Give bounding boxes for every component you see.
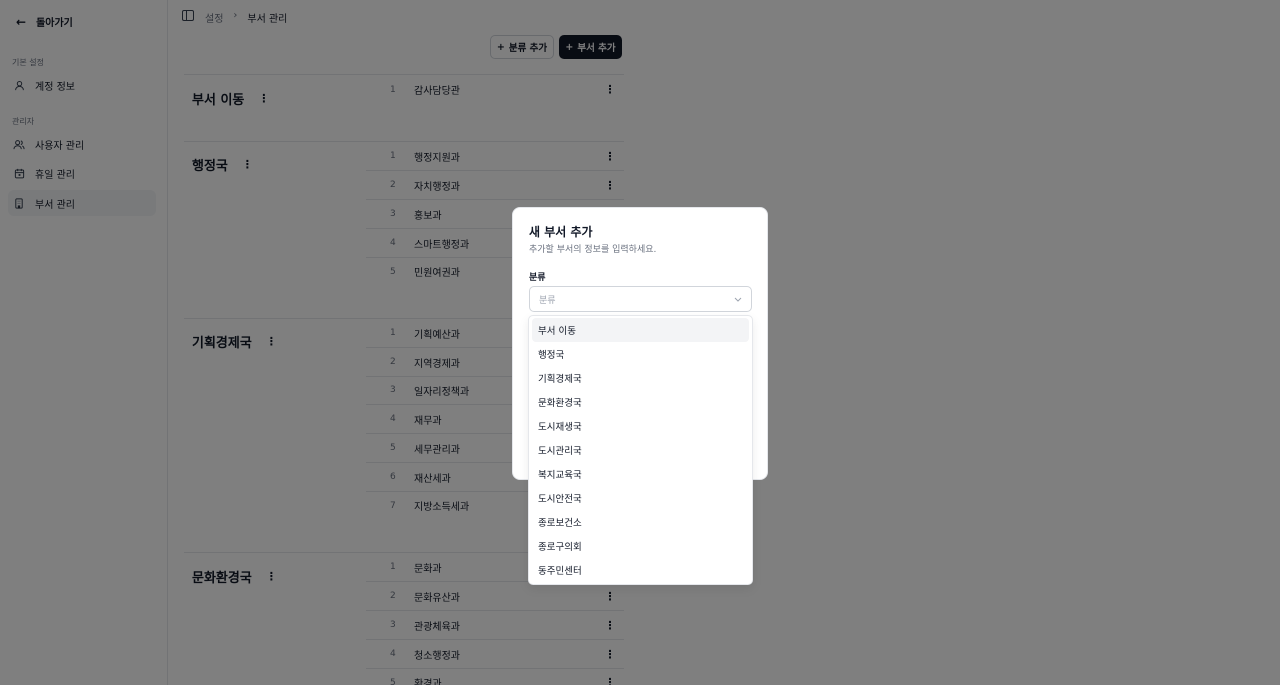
dialog-title: 새 부서 추가 xyxy=(529,225,593,239)
dropdown-option[interactable]: 도시재생국 xyxy=(532,414,749,438)
dialog-description: 추가할 부서의 정보를 입력하세요. xyxy=(529,245,657,255)
dropdown-option[interactable]: 종로보건소 xyxy=(532,510,749,534)
dropdown-option[interactable]: 기획경제국 xyxy=(532,366,749,390)
dropdown-option[interactable]: 종로구의회 xyxy=(532,534,749,558)
category-dropdown-menu: 부서 이동 행정국 기획경제국 문화환경국 도시재생국 도시관리국 복지교육국 … xyxy=(528,315,753,585)
dropdown-option[interactable]: 도시관리국 xyxy=(532,438,749,462)
category-select[interactable]: 분류 xyxy=(529,286,752,312)
category-select-placeholder: 분류 xyxy=(539,295,556,306)
category-field-label: 분류 xyxy=(529,273,546,283)
dropdown-option[interactable]: 동주민센터 xyxy=(532,558,749,582)
dropdown-option[interactable]: 복지교육국 xyxy=(532,462,749,486)
dropdown-option[interactable]: 문화환경국 xyxy=(532,390,749,414)
dropdown-option[interactable]: 도시안전국 xyxy=(532,486,749,510)
dropdown-option[interactable]: 부서 이동 xyxy=(532,318,749,342)
dropdown-option[interactable]: 행정국 xyxy=(532,342,749,366)
chevron-down-icon xyxy=(734,295,742,304)
